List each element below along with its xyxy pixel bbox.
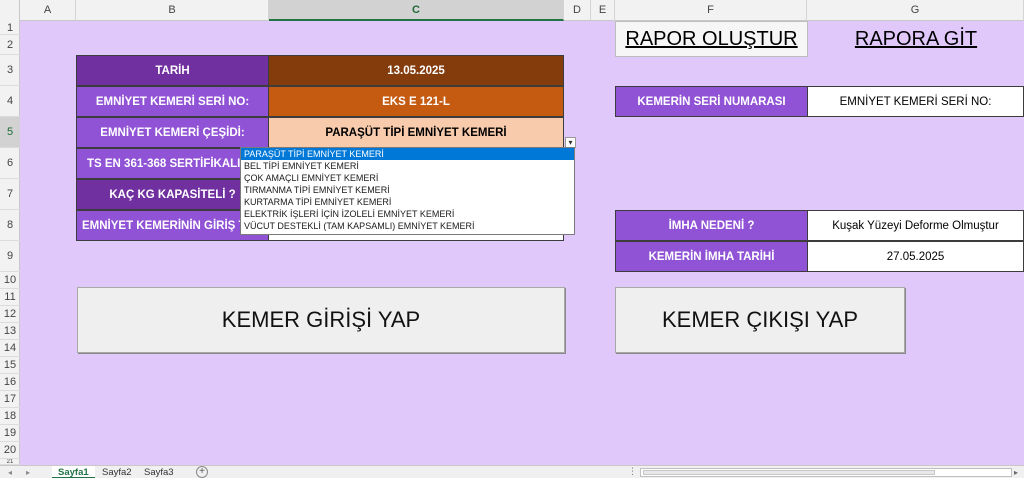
horizontal-scroll-thumb[interactable]	[643, 470, 935, 475]
hscroll-right-icon[interactable]: ▸	[1014, 466, 1018, 478]
row-header[interactable]: 8	[0, 210, 20, 241]
column-header-e[interactable]: E	[591, 0, 615, 21]
kemerin-seri-numarasi-value[interactable]: EMNİYET KEMERİ SERİ NO:	[807, 86, 1024, 117]
tab-scroll-right-icon[interactable]: ▸	[26, 466, 30, 478]
kemerin-seri-numarasi-label: KEMERİN SERİ NUMARASI	[615, 86, 808, 117]
tab-scroll-left-icon[interactable]: ◂	[8, 466, 12, 478]
tarih-label: TARİH	[76, 55, 269, 86]
tarih-value[interactable]: 13.05.2025	[268, 55, 564, 86]
row-header[interactable]: 10	[0, 272, 20, 289]
row-header[interactable]: 20	[0, 442, 20, 459]
more-options-icon[interactable]: ⋮	[628, 466, 637, 477]
dropdown-option[interactable]: ELEKTRİK İŞLERİ İÇİN İZOLELİ EMNİYET KEM…	[241, 208, 574, 220]
column-header-g[interactable]: G	[807, 0, 1024, 21]
row-header[interactable]: 9	[0, 241, 20, 272]
dropdown-option[interactable]: VÜCUT DESTEKLİ (TAM KAPSAMLI) EMNİYET KE…	[241, 220, 574, 232]
dropdown-option[interactable]: ÇOK AMAÇLI EMNİYET KEMERİ	[241, 172, 574, 184]
imha-tarihi-value[interactable]: 27.05.2025	[807, 241, 1024, 272]
column-header-f[interactable]: F	[615, 0, 807, 21]
sheet-tab-bar: ◂ ▸ Sayfa1 Sayfa2 Sayfa3 + ⋮ ◂ ▸	[0, 465, 1024, 478]
row-header[interactable]: 16	[0, 374, 20, 391]
dropdown-option[interactable]: PARAŞÜT TİPİ EMNİYET KEMERİ	[241, 148, 574, 160]
kemer-cesidi-dropdown[interactable]: PARAŞÜT TİPİ EMNİYET KEMERİ BEL TİPİ EMN…	[240, 147, 575, 235]
row-header[interactable]: 13	[0, 323, 20, 340]
tab-sayfa1[interactable]: Sayfa1	[52, 466, 95, 478]
row-header[interactable]: 11	[0, 289, 20, 306]
imha-tarihi-label: KEMERİN İMHA TARİHİ	[615, 241, 808, 272]
row-header[interactable]: 12	[0, 306, 20, 323]
row-header[interactable]: 3	[0, 55, 20, 86]
seri-no-label: EMNİYET KEMERİ SERİ NO:	[76, 86, 269, 117]
imha-nedeni-label: İMHA NEDENİ ?	[615, 210, 808, 241]
column-header-a[interactable]: A	[20, 0, 76, 21]
dropdown-option[interactable]: TIRMANMA TİPİ EMNİYET KEMERİ	[241, 184, 574, 196]
row-header[interactable]: 19	[0, 425, 20, 442]
row-header[interactable]: 4	[0, 86, 20, 117]
select-all-corner[interactable]	[0, 0, 20, 21]
row-header[interactable]: 17	[0, 391, 20, 408]
tab-sayfa2[interactable]: Sayfa2	[96, 466, 138, 478]
imha-nedeni-value[interactable]: Kuşak Yüzeyi Deforme Olmuştur	[807, 210, 1024, 241]
kemer-cesidi-label: EMNİYET KEMERİ ÇEŞİDİ:	[76, 117, 269, 148]
rapor-olustur-button[interactable]: RAPOR OLUŞTUR	[615, 21, 808, 57]
horizontal-scrollbar[interactable]	[640, 468, 1012, 477]
column-header-b[interactable]: B	[76, 0, 269, 21]
row-header[interactable]: 6	[0, 148, 20, 179]
kemer-girisi-yap-button[interactable]: KEMER GİRİŞİ YAP	[77, 287, 565, 353]
row-header[interactable]: 5	[0, 117, 20, 148]
row-header[interactable]: 1	[0, 21, 20, 35]
tab-sayfa3[interactable]: Sayfa3	[138, 466, 180, 478]
kemer-cikisi-yap-button[interactable]: KEMER ÇIKIŞI YAP	[615, 287, 905, 353]
row-header[interactable]: 18	[0, 408, 20, 425]
row-header[interactable]: 14	[0, 340, 20, 357]
row-header[interactable]: 15	[0, 357, 20, 374]
column-header-c[interactable]: C	[269, 0, 564, 21]
worksheet-area[interactable]: TARİH 13.05.2025 EMNİYET KEMERİ SERİ NO:…	[20, 21, 1024, 465]
row-header[interactable]: 2	[0, 35, 20, 55]
seri-no-value[interactable]: EKS E 121-L	[268, 86, 564, 117]
column-header-d[interactable]: D	[564, 0, 591, 21]
dropdown-option[interactable]: BEL TİPİ EMNİYET KEMERİ	[241, 160, 574, 172]
dropdown-option[interactable]: KURTARMA TİPİ EMNİYET KEMERİ	[241, 196, 574, 208]
rapora-git-button[interactable]: RAPORA GİT	[808, 21, 1024, 57]
row-header[interactable]: 7	[0, 179, 20, 210]
add-sheet-icon[interactable]: +	[196, 466, 208, 478]
kemer-cesidi-value[interactable]: PARAŞÜT TİPİ EMNİYET KEMERİ	[268, 117, 564, 148]
